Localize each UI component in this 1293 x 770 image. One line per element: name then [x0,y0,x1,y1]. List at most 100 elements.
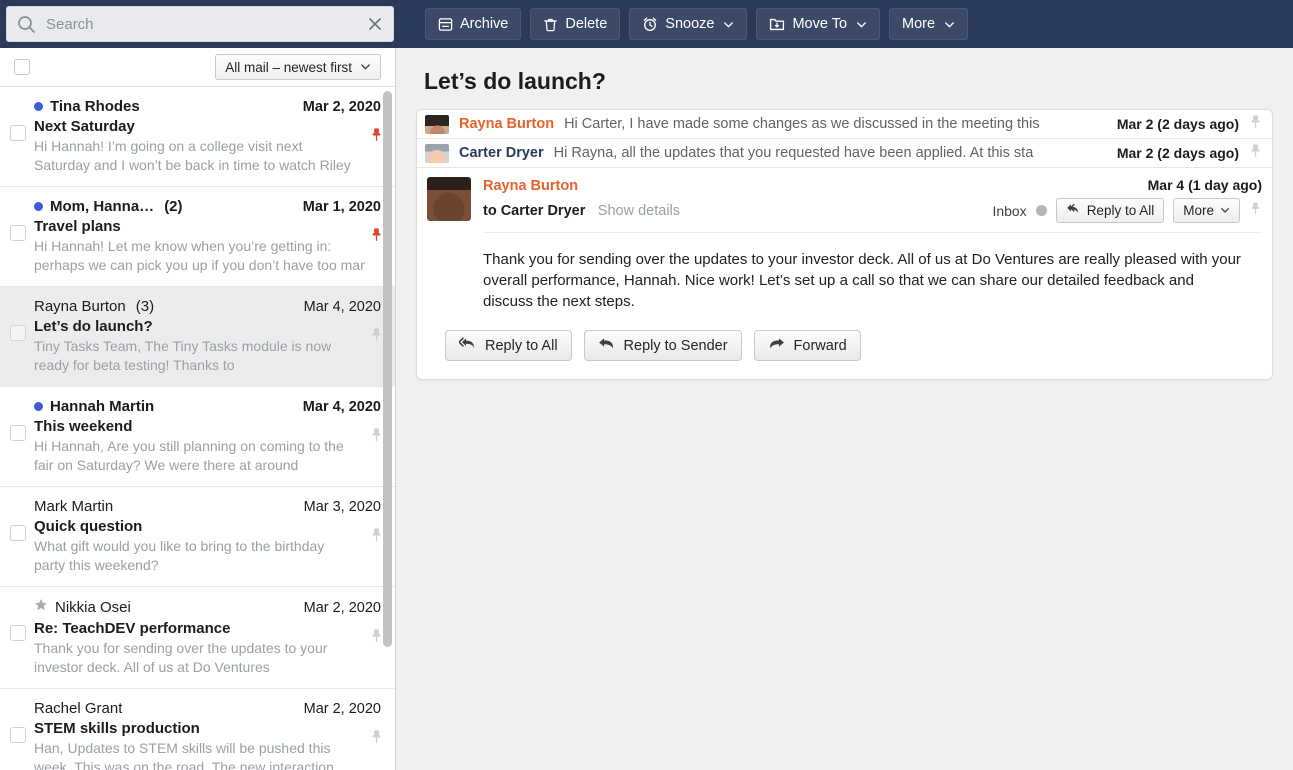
message-list-item[interactable]: Rayna Burton (3) Mar 4, 2020 Let’s do launc… [0,287,395,387]
select-all-checkbox[interactable] [14,59,30,75]
email-client-window: Archive Delete [0,0,1293,770]
message-list-item[interactable]: Rachel Grant Mar 2, 2020 STEM skills produ… [0,689,395,770]
message-list-scroll[interactable]: Tina Rhodes Mar 2, 2020 Next Saturday Hi Ha… [0,87,395,770]
move-to-button[interactable]: Move To [756,8,881,40]
search-input[interactable] [46,15,357,33]
forward-label: Forward [793,337,847,354]
message-preview: What gift would you like to bring to the… [34,537,381,575]
message-preview-line: Hi Hannah! I’m going on a college visit … [34,138,303,154]
pin-icon[interactable] [370,127,383,143]
close-icon[interactable] [367,16,383,32]
message-subject: Travel plans [34,218,121,235]
archive-button[interactable]: Archive [425,8,522,40]
message-recipient: to Carter Dryer [483,202,586,219]
expanded-message-header: Rayna Burton Mar 4 (1 day ago) to Carter… [417,168,1272,223]
message-date: Mar 4, 2020 [302,399,381,415]
top-toolbar: Archive Delete [0,0,1293,48]
message-checkbox[interactable] [10,727,26,743]
collapsed-message-row[interactable]: Rayna Burton Hi Carter, I have made some … [417,110,1272,139]
message-preview: Hi Hannah! Let me know when you’re getti… [34,237,381,275]
forward-button[interactable]: Forward [753,330,861,361]
message-checkbox[interactable] [10,625,26,641]
message-checkbox[interactable] [10,425,26,441]
message-preview: Tiny Tasks Team, The Tiny Tasks module i… [34,337,381,375]
collapsed-snippet: Hi Carter, I have made some changes as w… [564,116,1040,132]
pin-icon[interactable] [370,227,383,243]
pin-icon[interactable] [1249,143,1262,164]
collapsed-message-row[interactable]: Carter Dryer Hi Rayna, all the updates th… [417,139,1272,168]
reply-to-sender-label: Reply to Sender [623,337,728,354]
message-subject: Re: TeachDEV performance [34,620,231,637]
message-preview-line: Saturday and I won’t be back in time to … [34,157,351,173]
message-list-panel: All mail – newest first Tina Rhodes Mar 2… [0,48,396,770]
message-checkbox[interactable] [10,225,26,241]
chevron-down-icon [723,19,734,30]
reply-to-all-label: Reply to All [1086,203,1155,218]
message-more-button[interactable]: More [1173,198,1240,223]
message-sender-name: Mark Martin [34,498,114,515]
search-box[interactable] [6,6,394,42]
snooze-button[interactable]: Snooze [629,8,748,40]
reply-to-all-button[interactable]: Reply to All [1055,198,1165,223]
expanded-message: Rayna Burton Mar 4 (1 day ago) to Carter… [417,168,1272,379]
more-button[interactable]: More [889,8,969,40]
avatar [425,143,449,163]
pin-icon[interactable] [370,427,383,443]
message-preview-line: investor deck. All of us at Do Ventures [34,659,270,675]
star-icon[interactable] [34,598,48,617]
alarm-clock-icon [642,16,658,32]
message-body: Thank you for sending over the updates t… [483,251,1241,310]
message-preview-line: fair on Saturday? We were there at aroun… [34,457,299,473]
pin-icon[interactable] [1249,114,1262,135]
message-preview-line: party this weekend? [34,557,159,573]
message-sender[interactable]: Rayna Burton [483,178,578,194]
message-checkbox[interactable] [10,525,26,541]
reply-to-sender-button[interactable]: Reply to Sender [583,330,742,361]
message-count: (2) [164,198,183,215]
list-scrollbar[interactable] [383,87,392,770]
message-sender-name: Nikkia Osei [55,599,131,616]
message-sender-name: Rachel Grant [34,700,123,717]
message-preview-line: Thank you for sending over the updates t… [34,640,328,656]
pin-icon[interactable] [370,729,383,745]
message-preview-line: perhaps we can pick you up if you don’t … [34,257,365,273]
pin-icon[interactable] [370,327,383,343]
message-date: Mar 3, 2020 [303,499,381,515]
message-more-label: More [1183,203,1214,218]
status-badge [1035,205,1047,216]
message-checkbox[interactable] [10,125,26,141]
message-list-item[interactable]: Nikkia Osei Mar 2, 2020 Re: TeachDEV perfo… [0,587,395,689]
message-actions-toolbar: Archive Delete Snooze Move To More [400,0,1293,48]
message-preview: Han, Updates to STEM skills will be push… [34,739,381,770]
pin-icon[interactable] [1249,201,1262,221]
search-area [0,0,400,48]
message-preview-line: Hi Hannah, Are you still planning on com… [34,438,344,454]
pin-icon[interactable] [370,527,383,543]
message-list-item[interactable]: Hannah Martin Mar 4, 2020 This weekend Hi H… [0,387,395,487]
reply-to-all-action-label: Reply to All [485,337,558,354]
collapsed-date: Mar 2 (2 days ago) [1116,116,1239,132]
message-sender-name: Hannah Martin [50,398,155,415]
message-preview: Hi Hannah, Are you still planning on com… [34,437,381,475]
message-checkbox[interactable] [10,325,26,341]
list-scrollbar-thumb[interactable] [383,91,392,647]
message-subject: Next Saturday [34,118,135,135]
message-list-item[interactable]: Tina Rhodes Mar 2, 2020 Next Saturday Hi Ha… [0,87,395,187]
message-date: Mar 2, 2020 [303,701,381,717]
collapsed-snippet: Hi Rayna, all the updates that you reque… [553,145,1034,161]
reply-icon [598,337,616,355]
message-preview: Thank you for sending over the updates t… [34,639,381,677]
show-details-link[interactable]: Show details [598,203,680,219]
message-subject: STEM skills production [34,720,200,737]
message-preview: Hi Hannah! I’m going on a college visit … [34,137,381,175]
sort-dropdown[interactable]: All mail – newest first [215,54,381,80]
unread-dot [34,402,43,411]
reply-to-all-action-button[interactable]: Reply to All [445,330,572,361]
message-preview-line: Tiny Tasks Team, The Tiny Tasks module i… [34,338,332,354]
message-list-item[interactable]: Mom, Hanna… (2) Mar 1, 2020 Travel plans Hi … [0,187,395,287]
delete-button[interactable]: Delete [530,8,621,40]
chevron-down-icon [944,19,955,30]
pin-icon[interactable] [370,628,383,644]
message-list-item[interactable]: Mark Martin Mar 3, 2020 Quick question What… [0,487,395,587]
message-date: Mar 4, 2020 [303,299,381,315]
